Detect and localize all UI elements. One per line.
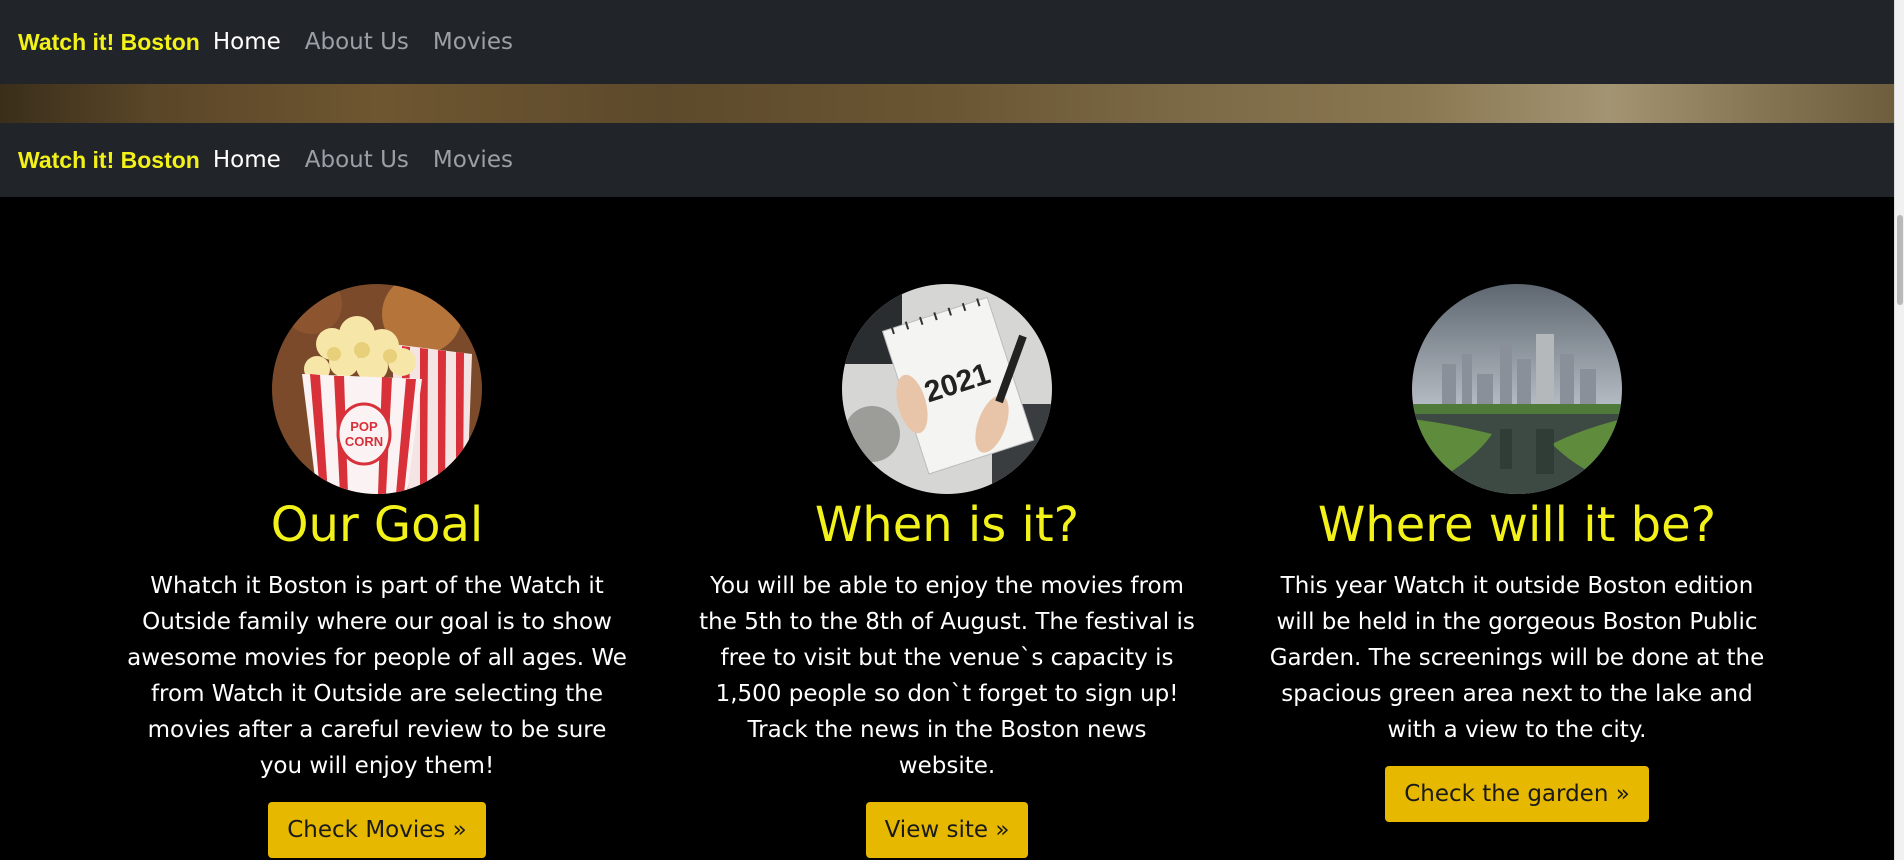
city-garden-illustration — [1412, 284, 1622, 494]
feature-our-goal: POP CORN Our Goal Whatch it Boston is pa… — [127, 284, 627, 858]
hero-image-strip — [0, 84, 1894, 123]
feature-text: You will be able to enjoy the movies fro… — [699, 573, 1195, 779]
calendar-illustration: 2021 — [842, 284, 1052, 494]
navbar-brand[interactable]: Watch it! Boston — [18, 29, 200, 56]
view-site-button[interactable]: View site » — [865, 802, 1029, 858]
nav-link-movies[interactable]: Movies — [433, 147, 513, 173]
feature-title: When is it? — [814, 497, 1080, 553]
nav-link-home[interactable]: Home — [213, 29, 281, 55]
nav-link-movies[interactable]: Movies — [433, 29, 513, 55]
feature-text: Whatch it Boston is part of the Watch it… — [127, 573, 627, 779]
page: Watch it! Boston Home About Us Movies Wa… — [0, 0, 1904, 860]
popcorn-illustration: POP CORN — [272, 284, 482, 494]
nav-link-about-us[interactable]: About Us — [305, 29, 409, 55]
nav-link-home[interactable]: Home — [213, 147, 281, 173]
feature-when: 2021 When is it? You will be able to enj… — [697, 284, 1197, 858]
popcorn-image: POP CORN — [272, 284, 482, 494]
sticky-navbar: Watch it! Boston Home About Us Movies — [0, 123, 1894, 197]
nav-link-about-us[interactable]: About Us — [305, 147, 409, 173]
page-scrollbar[interactable] — [1894, 0, 1904, 860]
boston-garden-image — [1412, 284, 1622, 494]
navbar-brand[interactable]: Watch it! Boston — [18, 147, 200, 174]
scrollbar-thumb[interactable] — [1897, 215, 1903, 305]
svg-text:CORN: CORN — [345, 434, 383, 449]
top-navbar: Watch it! Boston Home About Us Movies — [0, 0, 1894, 84]
features-section: POP CORN Our Goal Whatch it Boston is pa… — [0, 197, 1894, 860]
check-movies-button[interactable]: Check Movies » — [268, 802, 486, 858]
popcorn-label: POP — [350, 419, 378, 434]
feature-where: Where will it be? This year Watch it out… — [1267, 284, 1767, 822]
feature-text: This year Watch it outside Boston editio… — [1269, 573, 1765, 743]
feature-title: Our Goal — [270, 497, 484, 553]
calendar-2021-image: 2021 — [842, 284, 1052, 494]
feature-title: Where will it be? — [1317, 497, 1717, 553]
check-the-garden-button[interactable]: Check the garden » — [1385, 766, 1649, 822]
